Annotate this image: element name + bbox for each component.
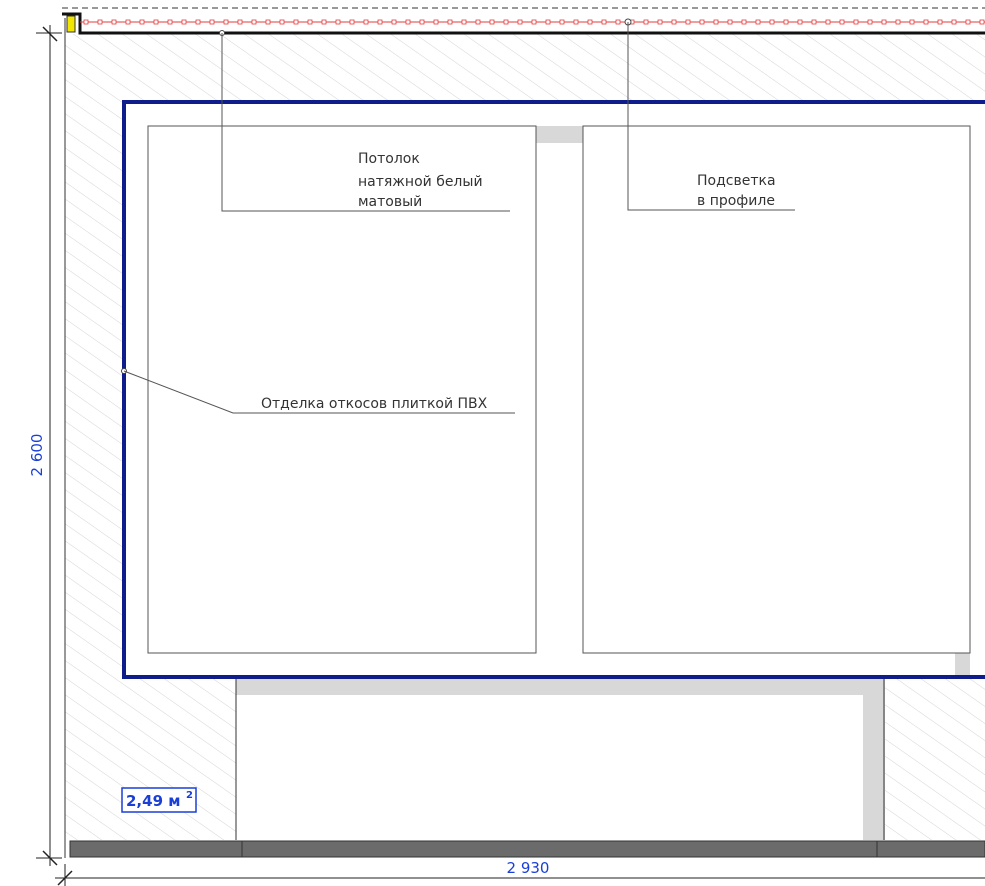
window-sash-left (147, 125, 537, 654)
ceiling-line (62, 12, 985, 35)
led-marker (979, 19, 985, 25)
lower-opening-fill (236, 678, 885, 840)
led-marker (601, 19, 607, 25)
led-marker (951, 19, 957, 25)
led-marker (573, 19, 579, 25)
led-marker (335, 19, 341, 25)
area-label-unit-superscript: 2 (186, 790, 193, 801)
ceiling-label-line-3: матовый (358, 194, 422, 210)
led-marker (349, 19, 355, 25)
led-marker (615, 19, 621, 25)
led-marker (167, 19, 173, 25)
led-marker (909, 19, 915, 25)
led-marker (489, 19, 495, 25)
led-marker (419, 19, 425, 25)
lower-opening-reveal-right (863, 678, 885, 840)
led-marker (265, 19, 271, 25)
led-marker (545, 19, 551, 25)
led-marker (321, 19, 327, 25)
led-marker (587, 19, 593, 25)
window-sash-right (582, 125, 971, 654)
led-marker (755, 19, 761, 25)
led-marker (559, 19, 565, 25)
led-marker (363, 19, 369, 25)
led-marker (853, 19, 859, 25)
led-marker (783, 19, 789, 25)
led-marker (867, 19, 873, 25)
led-marker (377, 19, 383, 25)
led-marker (825, 19, 831, 25)
ceiling-label-line-1: Потолок (358, 151, 420, 167)
led-marker (727, 19, 733, 25)
led-marker (111, 19, 117, 25)
led-marker (741, 19, 747, 25)
led-marker (391, 19, 397, 25)
led-marker (195, 19, 201, 25)
led-marker (139, 19, 145, 25)
led-marker (307, 19, 313, 25)
lighting-label-line-1: Подсветка (697, 173, 776, 189)
led-marker (937, 19, 943, 25)
led-marker (405, 19, 411, 25)
led-marker (699, 19, 705, 25)
reveal-finish-label: Отделка откосов плиткой ПВХ (261, 396, 488, 412)
led-marker (209, 19, 215, 25)
led-marker (223, 19, 229, 25)
led-marker (965, 19, 971, 25)
led-marker (97, 19, 103, 25)
led-marker (279, 19, 285, 25)
width-dimension-text: 2 930 (507, 859, 550, 877)
fixture-marker (66, 15, 76, 33)
led-marker (671, 19, 677, 25)
area-label-value: 2,49 м (126, 792, 181, 810)
led-marker (531, 19, 537, 25)
led-marker (713, 19, 719, 25)
led-marker (769, 19, 775, 25)
led-marker (461, 19, 467, 25)
led-marker (293, 19, 299, 25)
height-dimension-text: 2 600 (28, 434, 46, 477)
floor-strip (69, 840, 985, 858)
led-marker (475, 19, 481, 25)
led-marker (839, 19, 845, 25)
led-marker (657, 19, 663, 25)
led-marker (881, 19, 887, 25)
elevation-drawing: Потолок натяжной белый матовый Подсветка… (28, 7, 985, 886)
led-marker (503, 19, 509, 25)
lighting-label-line-2: в профиле (697, 193, 775, 209)
led-marker (83, 19, 89, 25)
led-marker (447, 19, 453, 25)
led-marker (923, 19, 929, 25)
led-marker (797, 19, 803, 25)
led-marker (685, 19, 691, 25)
ceiling-label-line-2: натяжной белый (358, 174, 483, 190)
led-marker (643, 19, 649, 25)
led-marker (125, 19, 131, 25)
lower-opening-reveal-top (236, 678, 885, 695)
led-marker (433, 19, 439, 25)
led-marker (517, 19, 523, 25)
led-marker (251, 19, 257, 25)
led-marker (153, 19, 159, 25)
led-marker (237, 19, 243, 25)
led-marker (181, 19, 187, 25)
led-marker (811, 19, 817, 25)
led-marker (895, 19, 901, 25)
